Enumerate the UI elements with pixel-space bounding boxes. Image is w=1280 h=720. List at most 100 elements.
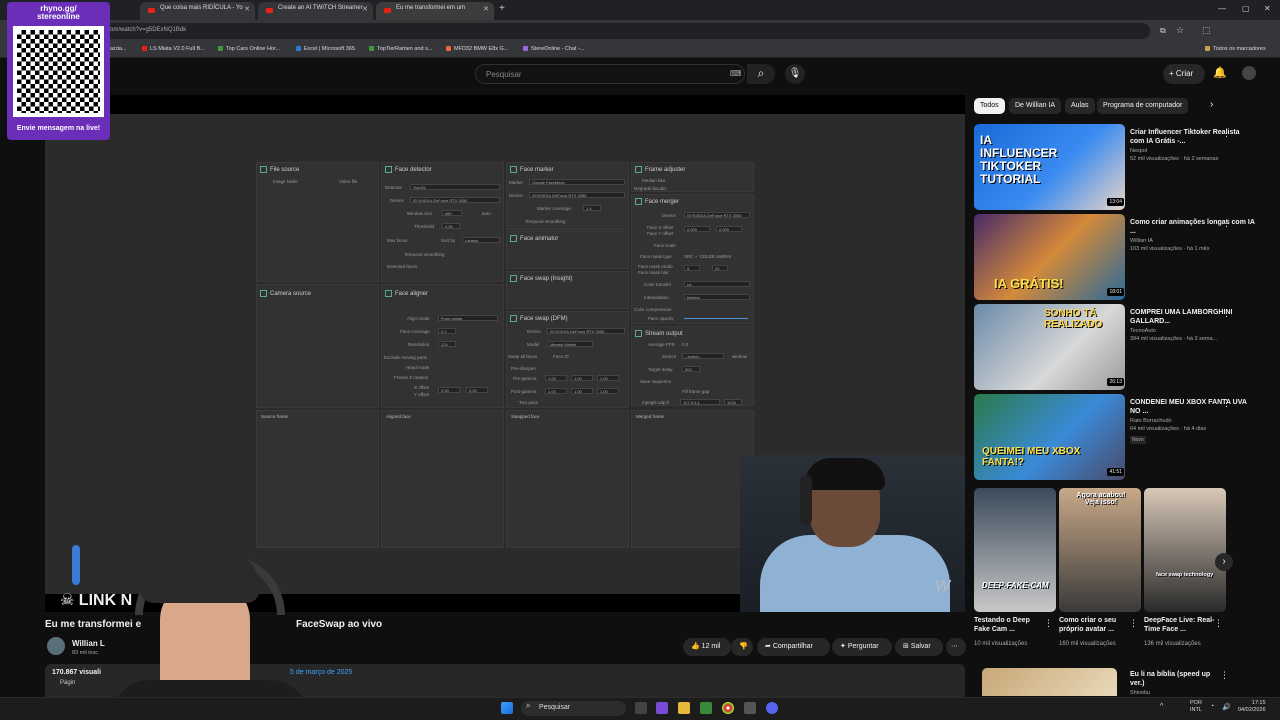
bookmark-item[interactable]: StereOnline - Chat -... bbox=[523, 46, 585, 52]
url-field[interactable]: om/watch?v=g5DExNQ1Bdk bbox=[100, 23, 1150, 39]
tab-label: Que coisa mais RIDÍCULA - Yo bbox=[160, 5, 243, 11]
video-thumbnail[interactable] bbox=[982, 668, 1117, 696]
file-explorer-icon[interactable] bbox=[678, 702, 690, 714]
chrome-icon[interactable] bbox=[722, 702, 734, 714]
windows-start-icon[interactable] bbox=[501, 702, 513, 714]
cast-icon[interactable]: ⧉ bbox=[1160, 26, 1166, 36]
search-button[interactable]: ⌕ bbox=[747, 64, 775, 84]
more-actions-button[interactable]: ⋯ bbox=[946, 638, 966, 656]
short-thumbnail[interactable]: DEEP-FAKE-CAM bbox=[974, 488, 1056, 612]
video-thumbnail[interactable]: IA GRÁTIS! bbox=[974, 214, 1125, 300]
more-options-icon[interactable]: ⋮ bbox=[1044, 618, 1053, 629]
panel-title: Camera source bbox=[260, 290, 311, 297]
taskbar-search[interactable]: Pesquisar bbox=[521, 701, 626, 716]
channel-name[interactable]: Nespol bbox=[1130, 148, 1147, 154]
bookmark-item[interactable]: TopTierRamen and s... bbox=[369, 46, 432, 52]
close-icon[interactable]: ✕ bbox=[483, 5, 489, 13]
more-options-icon[interactable]: ⋮ bbox=[1222, 308, 1231, 319]
channel-name[interactable]: Rato Borrachudo bbox=[1130, 418, 1172, 424]
channel-name[interactable]: Willian IA bbox=[1130, 238, 1153, 244]
voice-search-button[interactable]: 🎙 bbox=[785, 64, 805, 84]
close-window-icon[interactable]: ✕ bbox=[1264, 4, 1271, 13]
more-options-icon[interactable]: ⋮ bbox=[1222, 398, 1231, 409]
all-bookmarks[interactable]: Todos os marcadores bbox=[1205, 46, 1266, 52]
obs-icon[interactable] bbox=[744, 702, 756, 714]
face-animator-panel: Face animator bbox=[506, 231, 629, 269]
field-label: Save sequence bbox=[640, 379, 672, 384]
share-button[interactable]: ➦ Compartilhar bbox=[757, 638, 830, 656]
bookmark-item[interactable]: azda... bbox=[110, 46, 127, 52]
shorts-next-button[interactable]: › bbox=[1215, 553, 1233, 571]
chip-willian-ia[interactable]: De Willian IA bbox=[1009, 98, 1062, 114]
bookmark-item[interactable]: Top Cars Online Hor... bbox=[218, 46, 280, 52]
minimize-icon[interactable]: — bbox=[1218, 4, 1226, 13]
star-icon[interactable]: ☆ bbox=[1176, 25, 1184, 36]
video-duration: 41:51 bbox=[1107, 468, 1124, 476]
discord-icon[interactable] bbox=[766, 702, 778, 714]
extensions-icon[interactable]: ⬚ bbox=[1202, 25, 1211, 36]
browser-tab[interactable]: Create an AI TWITCH Streamer ✕ bbox=[258, 2, 373, 20]
bookmark-item[interactable]: LS Miata V2.0 Full B... bbox=[142, 46, 205, 52]
browser-tab[interactable]: Que coisa mais RIDÍCULA - Yo ✕ bbox=[140, 2, 255, 20]
recommended-video[interactable]: IA GRÁTIS! 18:01 Como criar animações lo… bbox=[974, 214, 1274, 300]
volume-icon[interactable]: 🔊 bbox=[1222, 703, 1231, 711]
dislike-button[interactable]: 👎 bbox=[731, 638, 753, 656]
recommended-video[interactable]: SONHO TÁ REALIZADO 26:13 COMPREI UMA LAM… bbox=[974, 304, 1274, 390]
bookmark-item[interactable]: Excel | Microsoft 365 bbox=[296, 46, 355, 52]
keyboard-icon[interactable]: ⌨ bbox=[730, 69, 742, 78]
video-title[interactable]: Criar Influencer Tiktoker Realista com I… bbox=[1130, 128, 1255, 146]
bookmark-item[interactable]: MFD32 BMW E8x G... bbox=[446, 46, 508, 52]
more-options-icon[interactable]: ⋮ bbox=[1222, 218, 1231, 229]
video-thumbnail[interactable]: SONHO TÁ REALIZADO bbox=[974, 304, 1125, 390]
field-label: Pre-sharpen bbox=[511, 366, 536, 371]
new-tab-icon[interactable]: + bbox=[499, 3, 505, 14]
language-indicator[interactable]: POR INTL bbox=[1190, 700, 1202, 714]
channel-watermark[interactable]: W bbox=[935, 578, 950, 596]
view-title: Swapped face bbox=[511, 414, 540, 419]
save-button[interactable]: ⊞ Salvar bbox=[895, 638, 943, 656]
short-thumbnail[interactable]: Agora acabou! Veja isso! bbox=[1059, 488, 1141, 612]
video-title[interactable]: COMPREI UMA LAMBORGHINI GALLARD... bbox=[1130, 308, 1255, 326]
tray-chevron-icon[interactable]: ^ bbox=[1160, 703, 1163, 710]
system-clock[interactable]: 17:15 04/02/2026 bbox=[1238, 700, 1266, 714]
more-options-icon[interactable]: ⋮ bbox=[1214, 618, 1223, 629]
recommended-video[interactable]: QUEIMEI MEU XBOX FANTA!? 41:51 CONDENEI … bbox=[974, 394, 1274, 480]
channel-avatar[interactable] bbox=[47, 637, 65, 655]
video-thumbnail[interactable]: IA INFLUENCER TIKTOKER TUTORIAL bbox=[974, 124, 1125, 210]
wifi-icon[interactable]: ◔ bbox=[1210, 703, 1214, 710]
ask-button[interactable]: ✦ Perguntar bbox=[832, 638, 892, 656]
video-title[interactable]: CONDENEI MEU XBOX FANTA UVA NO ... bbox=[1130, 398, 1255, 416]
chip-todos[interactable]: Todos bbox=[974, 98, 1005, 114]
close-icon[interactable]: ✕ bbox=[362, 5, 368, 13]
create-button[interactable]: + Criar bbox=[1163, 64, 1205, 84]
app-icon[interactable] bbox=[700, 702, 712, 714]
more-options-icon[interactable]: ⋮ bbox=[1129, 618, 1138, 629]
short-title[interactable]: Como criar o seu próprio avatar ... bbox=[1059, 616, 1131, 634]
close-icon[interactable]: ✕ bbox=[244, 5, 250, 13]
channel-name[interactable]: Shinobu bbox=[1130, 690, 1150, 696]
more-options-icon[interactable]: ⋮ bbox=[1220, 670, 1229, 681]
search-input[interactable]: Pesquisar bbox=[475, 64, 745, 84]
chip-aulas[interactable]: Aulas bbox=[1065, 98, 1095, 114]
browser-tab-active[interactable]: Eu me transformei em um ✕ bbox=[376, 2, 494, 20]
short-title[interactable]: Testando o Deep Fake Cam ... bbox=[974, 616, 1046, 634]
channel-name[interactable]: TecnoAuto bbox=[1130, 328, 1156, 334]
video-thumbnail[interactable]: QUEIMEI MEU XBOX FANTA!? bbox=[974, 394, 1125, 480]
short-thumbnail[interactable]: face swap technology bbox=[1144, 488, 1226, 612]
short-title[interactable]: DeepFace Live: Real-Time Face ... bbox=[1144, 616, 1216, 634]
all-bookmarks-label: Todos os marcadores bbox=[1213, 46, 1266, 52]
video-title[interactable]: Eu li na bíblia (speed up ver.) bbox=[1130, 670, 1225, 688]
maximize-icon[interactable]: ▢ bbox=[1242, 4, 1250, 13]
recommended-video[interactable]: IA INFLUENCER TIKTOKER TUTORIAL 13:04 Cr… bbox=[974, 124, 1274, 210]
notifications-bell-icon[interactable]: 🔔 bbox=[1213, 66, 1227, 79]
y-offset-field: 0.00 bbox=[466, 387, 488, 393]
channel-name[interactable]: Willian L bbox=[72, 639, 105, 648]
like-button[interactable]: 👍 12 mil bbox=[683, 638, 731, 656]
account-avatar[interactable] bbox=[1242, 66, 1256, 80]
video-title[interactable]: Como criar animações longas com IA ... bbox=[1130, 218, 1255, 236]
task-view-icon[interactable] bbox=[635, 702, 647, 714]
chevron-right-icon[interactable]: › bbox=[1210, 99, 1213, 110]
app-icon[interactable] bbox=[656, 702, 668, 714]
more-options-icon[interactable]: ⋮ bbox=[1222, 128, 1231, 139]
chip-programa[interactable]: Programa de computador bbox=[1097, 98, 1189, 114]
